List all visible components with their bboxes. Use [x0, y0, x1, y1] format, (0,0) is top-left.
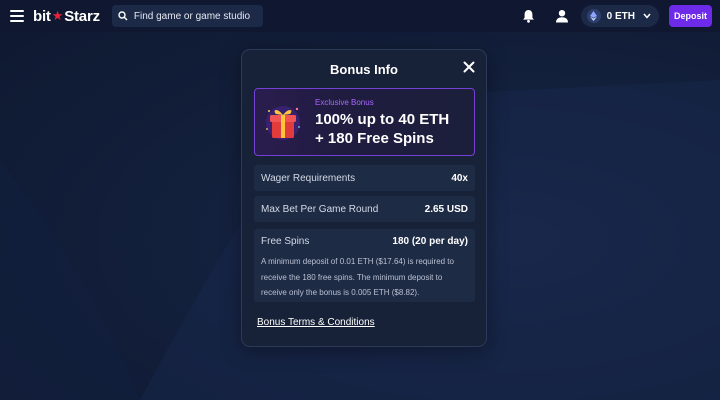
- gift-icon: [266, 106, 300, 140]
- search-input[interactable]: [133, 10, 254, 22]
- row-label: Max Bet Per Game Round: [261, 203, 379, 215]
- modal-title: Bonus Info: [330, 62, 398, 77]
- bitstarz-logo[interactable]: bit ★ Starz: [33, 8, 100, 25]
- wager-requirements-row: Wager Requirements 40x: [254, 165, 475, 191]
- wallet-balance-dropdown[interactable]: 0 ETH: [580, 5, 659, 27]
- bonus-terms-link[interactable]: Bonus Terms & Conditions: [257, 317, 375, 328]
- user-profile-icon[interactable]: [552, 6, 572, 26]
- deposit-button[interactable]: Deposit: [669, 5, 712, 27]
- row-value: 2.65 USD: [424, 203, 468, 215]
- hamburger-menu-icon[interactable]: [10, 10, 24, 22]
- free-spins-label: Free Spins: [261, 236, 310, 247]
- logo-text-left: bit: [33, 7, 51, 25]
- promo-headline: 100% up to 40 ETH + 180 Free Spins: [315, 111, 450, 147]
- row-label: Wager Requirements: [261, 172, 356, 184]
- eth-icon: [586, 9, 601, 23]
- free-spins-section: Free Spins 180 (20 per day) A minimum de…: [254, 229, 475, 302]
- search-icon: [118, 11, 128, 21]
- top-navigation-bar: bit★Starz 0 ETH Deposit: [0, 0, 720, 32]
- promo-eyebrow: Exclusive Bonus: [315, 98, 374, 107]
- bonus-info-modal: Bonus Info Exclusive Bonus 100% up to 40…: [241, 49, 487, 347]
- max-bet-row: Max Bet Per Game Round 2.65 USD: [254, 196, 475, 222]
- notifications-bell-icon[interactable]: [519, 6, 539, 26]
- search-box[interactable]: [111, 5, 263, 27]
- bonus-promo-card: Exclusive Bonus 100% up to 40 ETH + 180 …: [254, 88, 475, 156]
- balance-label: 0 ETH: [606, 10, 635, 22]
- free-spins-value: 180 (20 per day): [392, 236, 468, 247]
- logo-star-icon: ★: [51, 8, 64, 23]
- free-spins-description: A minimum deposit of 0.01 ETH ($17.64) i…: [261, 257, 454, 297]
- logo-text-right: Starz: [64, 7, 100, 25]
- row-value: 40x: [451, 172, 468, 184]
- close-icon[interactable]: [463, 61, 475, 73]
- chevron-down-icon: [643, 13, 651, 19]
